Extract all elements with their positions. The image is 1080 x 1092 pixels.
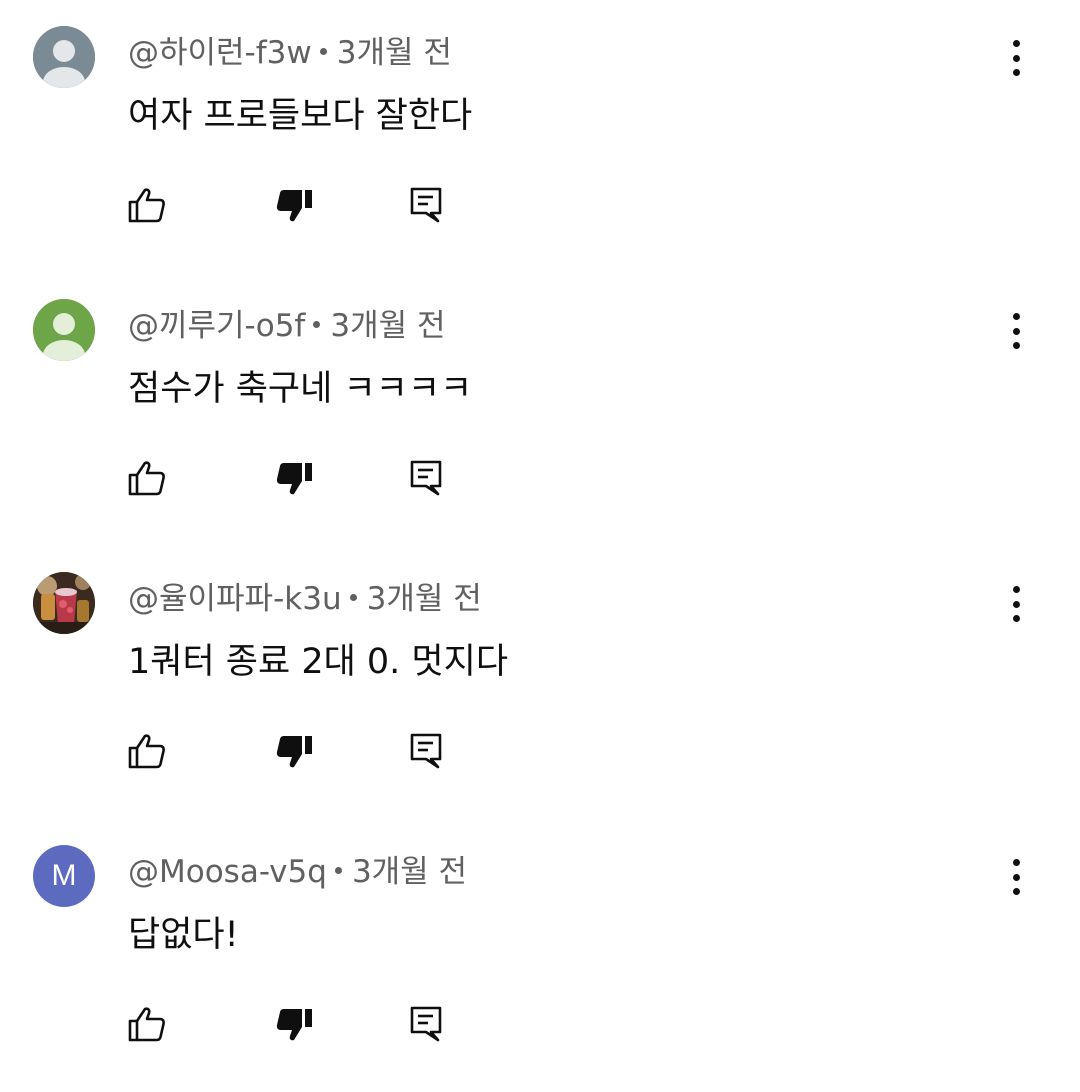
- separator-dot: [319, 48, 327, 55]
- reply-button[interactable]: [401, 726, 451, 776]
- comment-text: 여자 프로들보다 잘한다: [128, 96, 473, 136]
- more-options-button[interactable]: [996, 855, 1036, 899]
- comment-author[interactable]: @하이런-f3w: [128, 35, 312, 71]
- reply-button[interactable]: [401, 453, 451, 503]
- comment-meta: @하이런-f3w 3개월 전: [128, 31, 452, 75]
- dot: [1012, 873, 1020, 881]
- dislike-button[interactable]: [269, 726, 319, 776]
- thumbs-up-icon: [128, 188, 165, 223]
- more-options-button[interactable]: [996, 309, 1036, 353]
- comment-author[interactable]: @끼루기-o5f: [128, 308, 305, 344]
- dot: [1012, 69, 1020, 76]
- more-options-button[interactable]: [996, 36, 1036, 80]
- thumbs-up-icon: [128, 734, 165, 769]
- thumbs-up-icon: [128, 1007, 165, 1042]
- dot: [1012, 888, 1020, 895]
- comment-text: 점수가 축구네 ㅋㅋㅋㅋ: [128, 369, 473, 409]
- avatar[interactable]: [33, 299, 95, 361]
- comment-item: M @Moosa-v5q 3개월 전 답없다!: [0, 819, 1080, 1092]
- thumbs-up-icon: [128, 461, 165, 496]
- comment-time: 3개월 전: [351, 854, 468, 890]
- dot: [1012, 54, 1020, 62]
- reply-comment-icon: [410, 1006, 442, 1042]
- comment-item: @하이런-f3w 3개월 전 여자 프로들보다 잘한다: [0, 0, 1080, 273]
- reply-button[interactable]: [401, 180, 451, 230]
- thumbs-down-icon: [276, 190, 312, 222]
- person-icon: [33, 299, 95, 361]
- reply-comment-icon: [410, 733, 442, 769]
- dislike-button[interactable]: [269, 999, 319, 1049]
- dot: [1012, 615, 1020, 622]
- reply-comment-icon: [410, 187, 442, 223]
- thumbs-down-icon: [276, 463, 312, 495]
- like-button[interactable]: [122, 180, 172, 230]
- photo-avatar: [33, 572, 95, 634]
- dot: [1012, 40, 1020, 47]
- comment-meta: @Moosa-v5q 3개월 전: [128, 850, 467, 894]
- comment-meta: @끼루기-o5f 3개월 전: [128, 304, 446, 348]
- comment-time: 3개월 전: [330, 308, 446, 344]
- avatar[interactable]: [33, 26, 95, 88]
- like-button[interactable]: [122, 726, 172, 776]
- dot: [1012, 859, 1020, 866]
- comment-meta: @율이파파-k3u 3개월 전: [128, 577, 482, 621]
- person-icon: [33, 26, 95, 88]
- comment-text: 1쿼터 종료 2대 0. 멋지다: [128, 642, 509, 682]
- separator-dot: [313, 321, 321, 328]
- comment-author[interactable]: @율이파파-k3u: [128, 581, 342, 617]
- separator-dot: [334, 867, 342, 874]
- comment-text: 답없다!: [128, 915, 239, 955]
- dot: [1012, 586, 1020, 593]
- thumbs-down-icon: [276, 1009, 312, 1041]
- like-button[interactable]: [122, 999, 172, 1049]
- comment-item: @율이파파-k3u 3개월 전 1쿼터 종료 2대 0. 멋지다: [0, 546, 1080, 819]
- comment-author[interactable]: @Moosa-v5q: [128, 854, 327, 890]
- dislike-button[interactable]: [269, 180, 319, 230]
- comment-time: 3개월 전: [336, 35, 452, 71]
- thumbs-down-icon: [276, 736, 312, 768]
- dislike-button[interactable]: [269, 453, 319, 503]
- avatar-letter: M: [51, 859, 77, 892]
- like-button[interactable]: [122, 453, 172, 503]
- dot: [1012, 600, 1020, 608]
- dot: [1012, 313, 1020, 320]
- reply-button[interactable]: [401, 999, 451, 1049]
- comment-time: 3개월 전: [366, 581, 482, 617]
- dot: [1012, 342, 1020, 349]
- more-options-button[interactable]: [996, 582, 1036, 626]
- dot: [1012, 327, 1020, 335]
- avatar[interactable]: M: [33, 845, 95, 907]
- avatar[interactable]: [33, 572, 95, 634]
- comment-item: @끼루기-o5f 3개월 전 점수가 축구네 ㅋㅋㅋㅋ: [0, 273, 1080, 546]
- separator-dot: [349, 594, 357, 601]
- reply-comment-icon: [410, 460, 442, 496]
